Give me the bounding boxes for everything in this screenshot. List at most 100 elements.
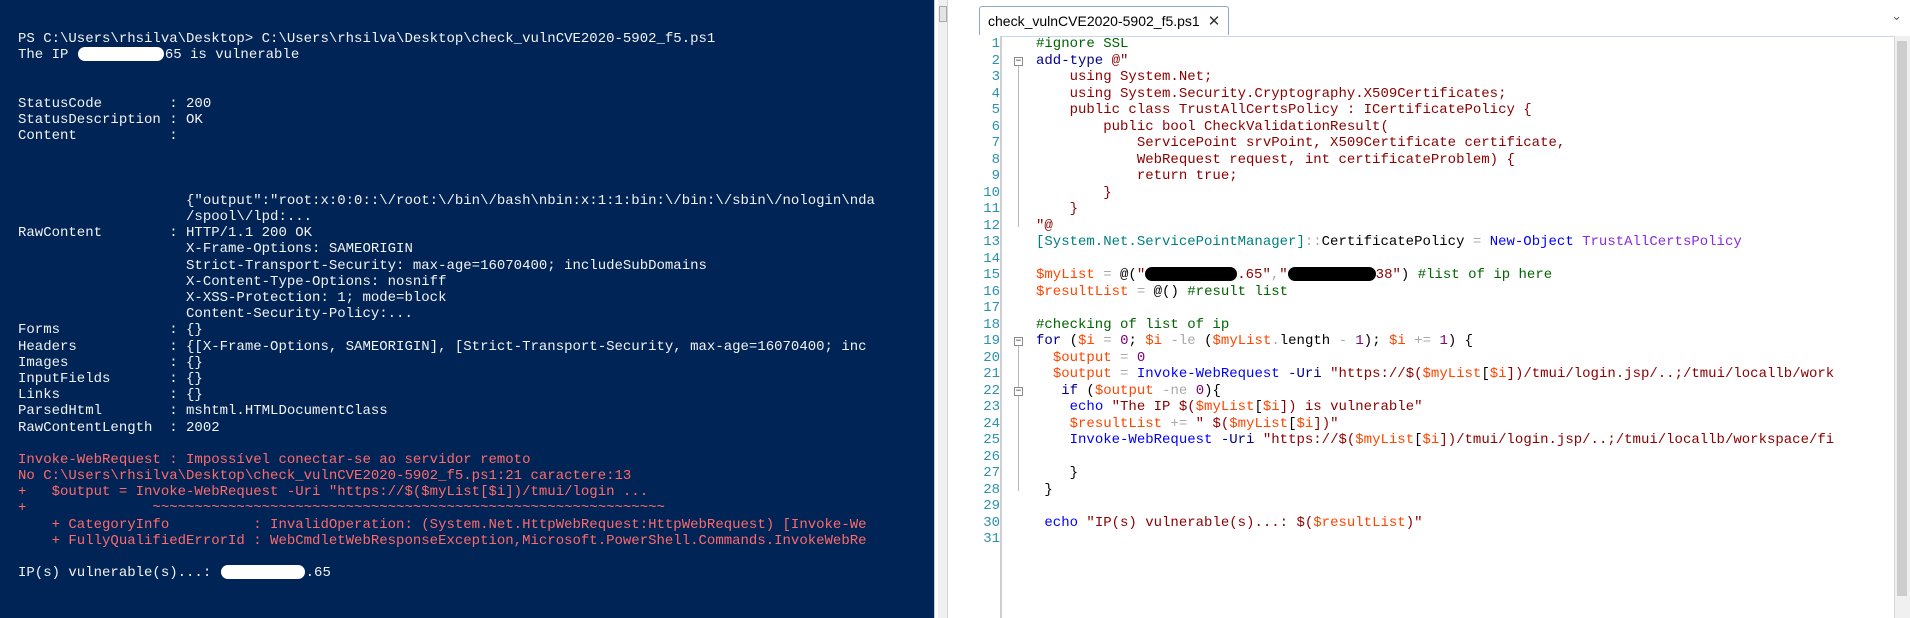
- console-line: /spool\/lpd:...: [18, 209, 934, 225]
- code-token: if: [1061, 382, 1079, 399]
- code-line: using System.Net;: [1036, 69, 1894, 86]
- console-line: IP(s) vulnerable(s)...: .65: [18, 565, 934, 581]
- code-token: [: [1414, 432, 1423, 448]
- code-line: #checking of list of ip: [1036, 317, 1894, 334]
- code-token: #list of ip here: [1417, 267, 1553, 283]
- line-number: 20: [983, 349, 1000, 366]
- code-token: [: [1481, 366, 1490, 382]
- console-line: Forms : {}: [18, 322, 934, 338]
- close-icon[interactable]: ✕: [1208, 12, 1221, 30]
- fold-toggle-icon[interactable]: −: [1014, 337, 1023, 346]
- code-line: add-type @": [1036, 53, 1894, 70]
- console-text: X-XSS-Protection: 1; mode=block: [18, 290, 447, 306]
- console-line: No C:\Users\rhsilva\Desktop\check_vulnCV…: [18, 468, 934, 484]
- console-text: + $output = Invoke-WebRequest -Uri "http…: [18, 484, 649, 501]
- console-text: Content-Security-Policy:...: [18, 306, 413, 323]
- code-token: =: [1136, 283, 1146, 300]
- chevron-down-icon[interactable]: ⌄: [1891, 9, 1902, 24]
- code-token: length: [1279, 333, 1331, 349]
- code-token: using System.Net;: [1036, 69, 1213, 85]
- console-line: RawContentLength : 2002: [18, 420, 934, 436]
- code-area[interactable]: #ignore SSL add-type @" using System.Net;…: [1036, 36, 1894, 548]
- code-token: $resultList: [1036, 283, 1129, 300]
- code-token: .: [1271, 333, 1280, 349]
- code-token: -le: [1170, 333, 1196, 349]
- code-token: -Uri: [1288, 366, 1322, 382]
- console-text: PS C:\Users\rhsilva\Desktop> C:\Users\rh…: [18, 31, 716, 47]
- tab-script-file[interactable]: check_vulnCVE2020-5902_f5.ps1 ✕: [979, 6, 1230, 35]
- code-token: WebRequest request, int certificateProbl…: [1036, 151, 1515, 168]
- code-token: #result list: [1187, 283, 1289, 300]
- line-number: 11: [983, 201, 1000, 217]
- console-text: Headers : {[X-Frame-Options, SAMEORIGIN]…: [18, 338, 867, 355]
- editor-tab-bar: check_vulnCVE2020-5902_f5.ps1 ✕ ⌄: [948, 0, 1910, 37]
- console-line: StatusDescription : OK: [18, 112, 934, 128]
- console-text: Content :: [18, 128, 178, 145]
- powershell-console[interactable]: PS C:\Users\rhsilva\Desktop> C:\Users\rh…: [0, 0, 935, 618]
- console-text: {"output":"root:x:0:0::\/root:\/bin\/bas…: [18, 192, 875, 209]
- code-line: echo "IP(s) vulnerable(s)...: $($resultL…: [1036, 515, 1894, 532]
- console-text: The IP: [18, 47, 77, 64]
- left-scrollbar-thumb[interactable]: [939, 6, 947, 22]
- code-token: $output: [1052, 349, 1112, 366]
- code-token: $resultList: [1313, 514, 1406, 531]
- console-line: X-XSS-Protection: 1; mode=block: [18, 290, 934, 306]
- console-text: Strict-Transport-Security: max-age=16070…: [18, 257, 707, 274]
- left-scrollbar[interactable]: [938, 0, 948, 618]
- fold-region-line: [1018, 346, 1019, 491]
- line-numbers: 1 2 3 4 5 6 7 8 9 10 11 12 13 14 15 16 17 18 19 20 21 22 23 24 2…: [976, 36, 1000, 548]
- code-token: $myList: [1212, 333, 1272, 349]
- code-token: $myList: [1229, 415, 1289, 432]
- code-token: 0: [1195, 382, 1205, 399]
- line-number: 29: [983, 498, 1000, 514]
- code-token: " $(: [1195, 415, 1230, 432]
- line-number: 13: [983, 234, 1000, 250]
- line-number: 22: [983, 382, 1000, 399]
- code-token: [: [1254, 399, 1263, 415]
- console-line: InputFields : {}: [18, 371, 934, 387]
- line-number: 30: [983, 514, 1000, 531]
- line-number: 4: [991, 85, 1000, 102]
- fold-toggle-icon[interactable]: −: [1014, 56, 1023, 66]
- code-line: $resultList += " $($myList[$i])": [1036, 416, 1894, 433]
- line-number: 17: [983, 300, 1000, 316]
- right-scrollbar[interactable]: [1894, 36, 1910, 618]
- right-scrollbar-thumb[interactable]: [1897, 41, 1907, 596]
- code-token: #checking of list of ip: [1036, 316, 1230, 333]
- line-number: 6: [991, 118, 1000, 135]
- code-token: 0: [1136, 349, 1146, 366]
- code-token: ;: [1128, 333, 1146, 349]
- code-token: +=: [1170, 415, 1188, 432]
- code-token: -Uri: [1220, 432, 1255, 448]
- line-number: 23: [983, 399, 1000, 415]
- line-number: 1: [991, 36, 1000, 52]
- code-token: return true;: [1036, 168, 1238, 184]
- code-token: for: [1036, 333, 1062, 349]
- code-token: "https://$(: [1330, 366, 1423, 382]
- console-line: {"output":"root:x:0:0::\/root:\/bin\/bas…: [18, 193, 934, 209]
- code-token: $i: [1078, 333, 1095, 349]
- code-line: }: [1036, 185, 1894, 202]
- line-number: 8: [991, 151, 1000, 168]
- line-number: 19: [983, 333, 1000, 349]
- code-line: }: [1036, 201, 1894, 218]
- fold-toggle-icon[interactable]: −: [1014, 386, 1023, 396]
- code-line: $output = Invoke-WebRequest -Uri "https:…: [1036, 366, 1894, 383]
